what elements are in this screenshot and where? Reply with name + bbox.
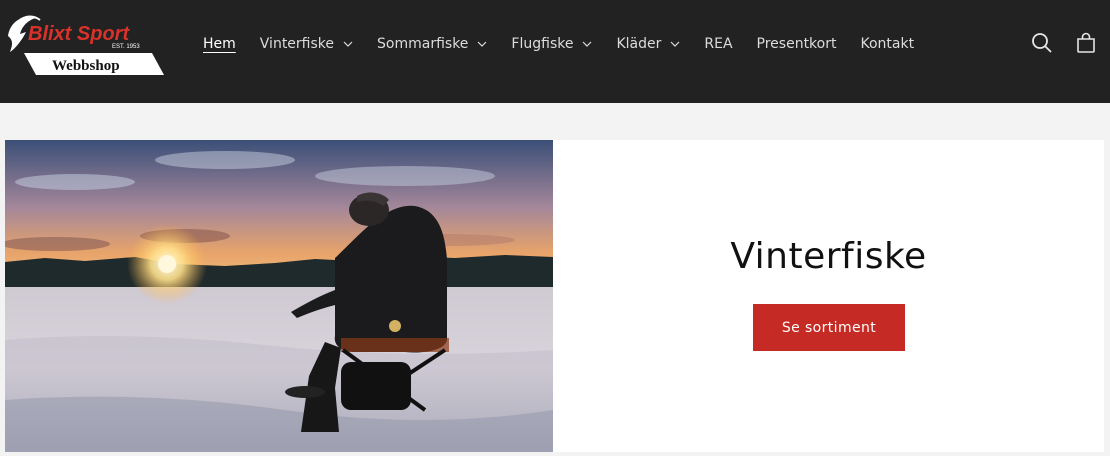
nav-item-klader[interactable]: Kläder [604, 36, 692, 52]
hero-content: Vinterfiske Se sortiment [553, 140, 1104, 452]
search-icon [1032, 33, 1052, 53]
nav-label: Kontakt [860, 36, 915, 52]
chevron-down-icon [343, 41, 353, 47]
see-assortment-button[interactable]: Se sortiment [753, 304, 905, 351]
cart-button[interactable] [1074, 31, 1098, 55]
chevron-down-icon [670, 41, 680, 47]
nav-label: Vinterfiske [259, 36, 335, 52]
nav-item-vinterfiske[interactable]: Vinterfiske [248, 36, 365, 52]
hero-image [5, 140, 553, 452]
chevron-down-icon [583, 41, 592, 47]
nav-label: Hem [203, 36, 236, 52]
nav-item-sommarfiske[interactable]: Sommarfiske [365, 36, 499, 52]
logo-est: EST. 1953 [112, 44, 140, 50]
nav-label: Kläder [616, 36, 662, 52]
brand-logo[interactable]: Blixt Sport EST. 1953 Webbshop [4, 12, 166, 76]
logo-webbshop: Webbshop [52, 58, 120, 74]
nav-item-presentkort[interactable]: Presentkort [745, 36, 849, 52]
search-button[interactable] [1030, 31, 1054, 55]
nav-item-kontakt[interactable]: Kontakt [848, 36, 926, 52]
nav-label: Presentkort [756, 36, 837, 52]
nav-item-hem[interactable]: Hem [191, 36, 248, 52]
main-nav: Hem Vinterfiske Sommarfiske Flugfiske Kl… [191, 0, 926, 88]
hero-title: Vinterfiske [730, 236, 927, 277]
logo-graphic: Blixt Sport EST. 1953 Webbshop [8, 15, 164, 75]
site-header: Blixt Sport EST. 1953 Webbshop Hem Vinte… [0, 0, 1110, 103]
hero-banner: Vinterfiske Se sortiment [5, 140, 1104, 452]
logo-word-blixt: Blixt Sport [28, 23, 130, 45]
nav-label: Flugfiske [511, 36, 574, 52]
cart-icon [1077, 32, 1095, 53]
nav-item-rea[interactable]: REA [692, 36, 744, 52]
nav-label: Sommarfiske [377, 36, 469, 52]
nav-label: REA [704, 36, 733, 52]
nav-item-flugfiske[interactable]: Flugfiske [499, 36, 604, 52]
chevron-down-icon [477, 41, 487, 47]
ice-fishing-photo [5, 140, 553, 452]
